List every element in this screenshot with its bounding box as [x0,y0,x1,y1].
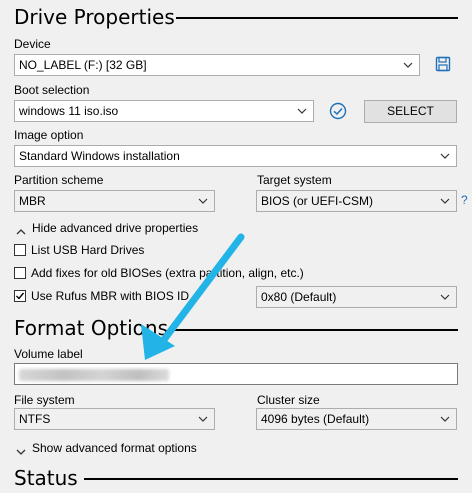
format-options-title: Format Options [14,316,169,340]
cluster-size-label: Cluster size [257,393,320,407]
save-icon[interactable] [435,56,451,72]
target-system-dropdown[interactable]: BIOS (or UEFI-CSM) [256,190,457,212]
drive-properties-divider [176,17,458,19]
bios-id-dropdown[interactable]: 0x80 (Default) [256,286,457,308]
cluster-size-value: 4096 bytes (Default) [261,412,370,426]
target-system-label: Target system [257,173,332,187]
cluster-size-dropdown[interactable]: 4096 bytes (Default) [256,408,457,430]
chevron-down-icon[interactable] [16,443,26,455]
list-usb-label[interactable]: List USB Hard Drives [31,243,144,257]
checkmark-icon [16,292,25,300]
image-option-dropdown[interactable]: Standard Windows installation [14,145,457,167]
device-label: Device [14,37,51,51]
old-bios-fixes-checkbox[interactable] [14,267,26,279]
partition-scheme-dropdown[interactable]: MBR [14,190,215,212]
image-option-value: Standard Windows installation [19,149,180,163]
format-options-divider [168,329,458,331]
rufus-mbr-checkbox[interactable] [14,290,26,302]
file-system-label: File system [14,393,75,407]
target-system-help[interactable]: ? [461,193,468,207]
target-system-value: BIOS (or UEFI-CSM) [261,194,374,208]
list-usb-checkbox[interactable] [14,244,26,256]
volume-label-label: Volume label [14,347,83,361]
device-dropdown[interactable]: NO_LABEL (F:) [32 GB] [14,54,420,76]
chevron-down-icon [196,191,210,211]
file-system-dropdown[interactable]: NTFS [14,408,215,430]
image-option-label: Image option [14,128,84,142]
select-button[interactable]: SELECT [364,100,457,123]
file-system-value: NTFS [19,412,51,426]
status-title: Status [14,466,78,490]
partition-scheme-label: Partition scheme [14,173,104,187]
chevron-down-icon [438,409,452,429]
rufus-mbr-label[interactable]: Use Rufus MBR with BIOS ID [31,289,189,303]
chevron-down-icon [295,101,309,121]
old-bios-fixes-label[interactable]: Add fixes for old BIOSes (extra partitio… [31,266,304,280]
chevron-up-icon[interactable] [16,223,26,235]
chevron-down-icon [196,409,210,429]
status-divider [84,478,458,480]
volume-label-input[interactable] [14,363,458,385]
boot-selection-value: windows 11 iso.iso [19,104,119,118]
show-advanced-format-toggle[interactable]: Show advanced format options [32,441,197,455]
chevron-down-icon [438,146,452,166]
chevron-down-icon [438,287,452,307]
partition-scheme-value: MBR [19,194,46,208]
redacted-volume-label [19,369,169,381]
chevron-down-icon [438,191,452,211]
boot-selection-label: Boot selection [14,83,90,97]
bios-id-value: 0x80 (Default) [261,290,337,304]
check-circle-icon [329,102,347,120]
device-value: NO_LABEL (F:) [32 GB] [19,58,147,72]
drive-properties-title: Drive Properties [14,5,175,29]
chevron-down-icon [401,55,415,75]
hide-advanced-drive-toggle[interactable]: Hide advanced drive properties [32,221,198,235]
boot-selection-dropdown[interactable]: windows 11 iso.iso [14,100,314,122]
